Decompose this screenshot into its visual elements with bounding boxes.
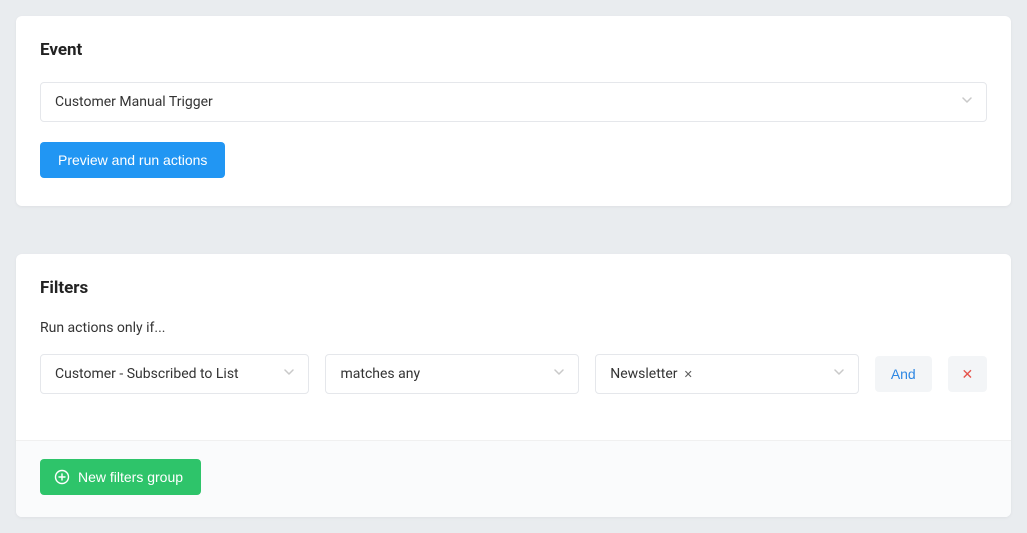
chevron-down-icon xyxy=(962,97,972,107)
event-card: Event Customer Manual Trigger Preview an… xyxy=(16,16,1011,206)
filter-tag-label: Newsletter xyxy=(610,366,677,382)
event-select-value: Customer Manual Trigger xyxy=(55,94,213,110)
logic-and-label: And xyxy=(891,366,916,382)
filters-card: Filters Run actions only if... Customer … xyxy=(16,254,1011,517)
chevron-down-icon xyxy=(554,369,564,379)
filter-value-select[interactable]: Newsletter ✕ xyxy=(595,354,859,394)
close-icon: ✕ xyxy=(961,366,973,383)
filter-operator-select[interactable]: matches any xyxy=(325,354,579,394)
event-select[interactable]: Customer Manual Trigger xyxy=(40,82,987,122)
preview-run-button[interactable]: Preview and run actions xyxy=(40,142,225,178)
filters-row: Customer - Subscribed to List matches an… xyxy=(40,354,987,394)
new-filters-group-button[interactable]: New filters group xyxy=(40,459,201,495)
filters-description: Run actions only if... xyxy=(40,320,987,336)
remove-tag-icon[interactable]: ✕ xyxy=(684,369,693,380)
filter-tag: Newsletter ✕ xyxy=(610,366,693,382)
filter-field-value: Customer - Subscribed to List xyxy=(55,366,239,382)
plus-circle-icon xyxy=(54,469,70,485)
filters-footer: New filters group xyxy=(16,440,1011,517)
preview-run-button-label: Preview and run actions xyxy=(58,152,207,168)
remove-filter-button[interactable]: ✕ xyxy=(948,356,987,392)
filters-title: Filters xyxy=(40,278,987,298)
filter-operator-value: matches any xyxy=(340,366,420,382)
logic-and-button[interactable]: And xyxy=(875,356,932,392)
chevron-down-icon xyxy=(834,369,844,379)
event-title: Event xyxy=(40,40,987,60)
chevron-down-icon xyxy=(284,369,294,379)
filter-field-select[interactable]: Customer - Subscribed to List xyxy=(40,354,309,394)
new-filters-group-label: New filters group xyxy=(78,469,183,485)
